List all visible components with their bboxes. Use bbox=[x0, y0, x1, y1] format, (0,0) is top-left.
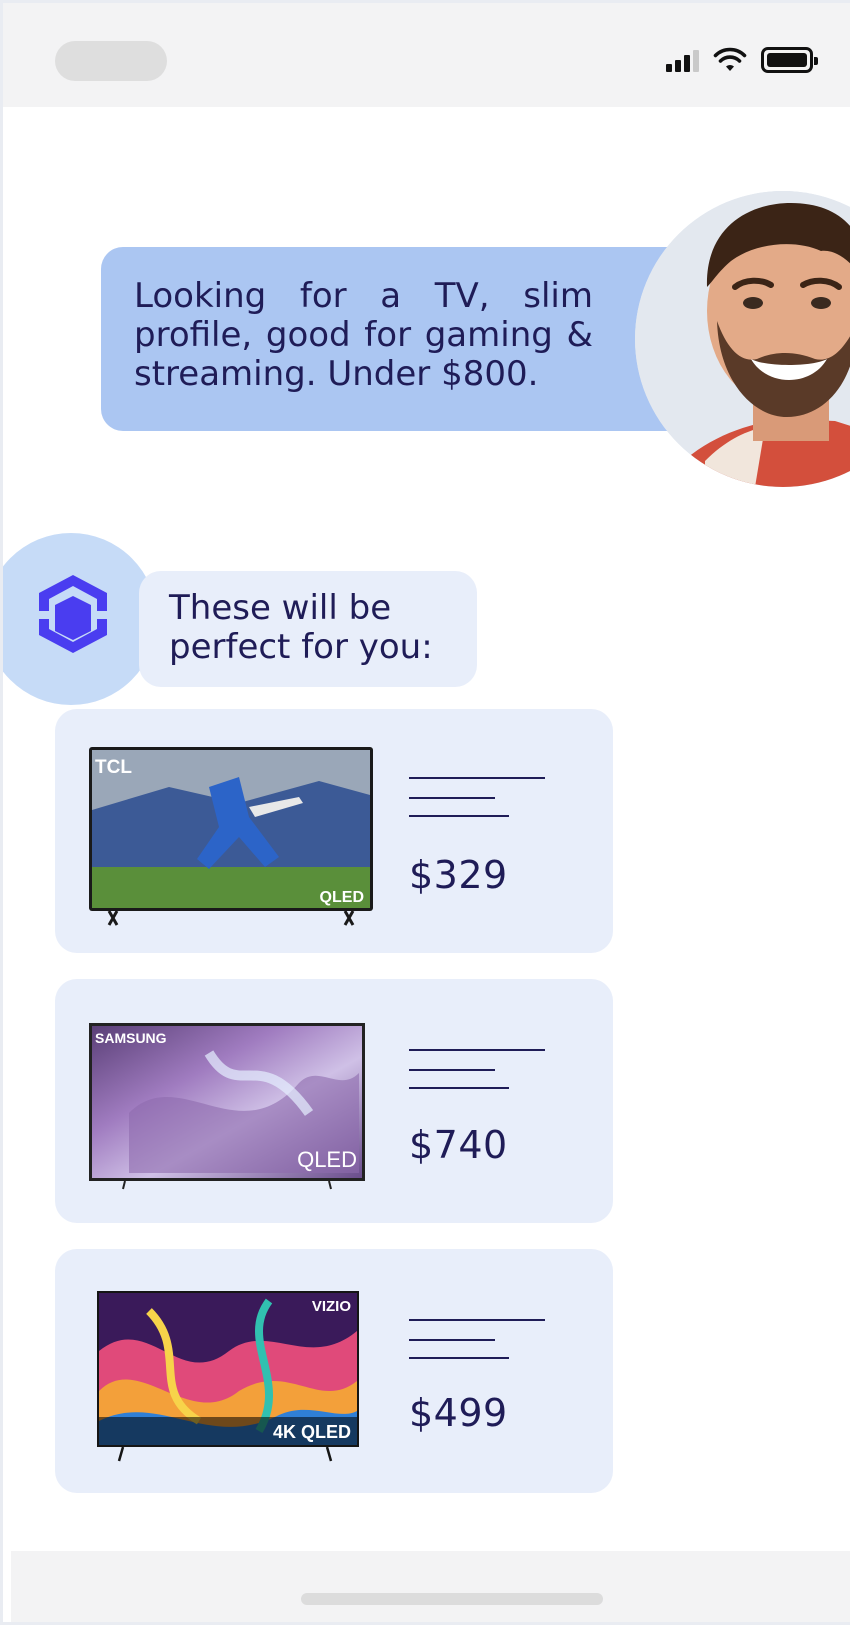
tv-image-vizio: VIZIO 4K QLED bbox=[97, 1291, 359, 1462]
tv-image-samsung: SAMSUNG QLED bbox=[89, 1023, 365, 1190]
status-icons bbox=[666, 45, 818, 75]
assistant-message-bubble: These will be perfect for you: bbox=[139, 571, 477, 687]
bottom-bar bbox=[11, 1551, 850, 1622]
dynamic-island bbox=[55, 41, 167, 81]
tv-badge-label: QLED bbox=[297, 1147, 357, 1172]
assistant-message-text: These will be perfect for you: bbox=[169, 588, 433, 667]
tv-image-tcl: TCL QLED bbox=[89, 747, 373, 926]
tv-badge-label: QLED bbox=[320, 889, 364, 906]
product-card-samsung[interactable]: SAMSUNG QLED $740 bbox=[55, 979, 613, 1223]
phone-frame: Looking for a TV, slim profile, good for… bbox=[0, 0, 850, 1625]
battery-icon bbox=[761, 47, 818, 73]
product-price: $329 bbox=[409, 853, 508, 897]
product-card-vizio[interactable]: VIZIO 4K QLED $499 bbox=[55, 1249, 613, 1493]
user-avatar bbox=[635, 191, 850, 487]
tv-badge-label: 4K QLED bbox=[273, 1422, 351, 1442]
product-price: $740 bbox=[409, 1123, 508, 1167]
cellular-signal-icon bbox=[666, 48, 699, 72]
product-price: $499 bbox=[409, 1391, 508, 1435]
tv-brand-label: SAMSUNG bbox=[95, 1030, 167, 1046]
user-message-bubble: Looking for a TV, slim profile, good for… bbox=[101, 247, 701, 431]
status-bar bbox=[3, 3, 850, 107]
home-indicator[interactable] bbox=[301, 1593, 603, 1605]
product-card-tcl[interactable]: TCL QLED $329 bbox=[55, 709, 613, 953]
tv-brand-label: TCL bbox=[95, 757, 132, 778]
assistant-logo-icon bbox=[39, 575, 107, 653]
wifi-icon bbox=[713, 47, 747, 71]
user-avatar-photo bbox=[635, 191, 850, 487]
tv-brand-label: VIZIO bbox=[312, 1298, 352, 1315]
assistant-avatar bbox=[3, 533, 157, 705]
user-message-text: Looking for a TV, slim profile, good for… bbox=[134, 276, 593, 394]
